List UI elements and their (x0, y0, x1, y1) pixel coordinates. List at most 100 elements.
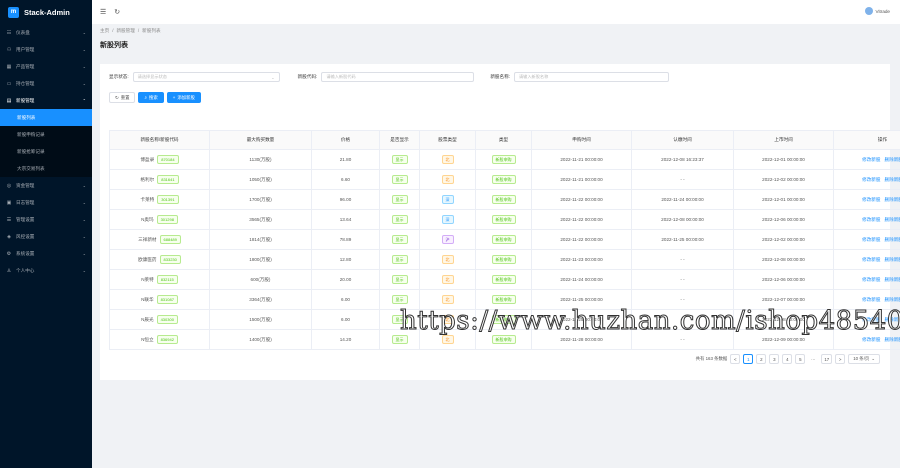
chevron-icon: ⌄ (82, 268, 86, 273)
cell-list-time: 2022-12-01 00:00:00 (733, 149, 834, 170)
cell-price: 78.89 (311, 229, 380, 250)
cell-name: N恒立 836942 (109, 329, 210, 350)
next-page-button[interactable]: > (835, 354, 846, 364)
edit-stock-link[interactable]: 修改新股 (862, 257, 880, 262)
sidebar-item[interactable]: ▤ 新股管理 ⌃ (0, 92, 92, 109)
user-menu[interactable]: Vitrade (864, 7, 890, 15)
cell-qty: 1800(万股) (209, 249, 312, 270)
edit-stock-link[interactable]: 修改新股 (862, 177, 880, 182)
cell-type: 新股申购 (475, 149, 532, 170)
edit-stock-link[interactable]: 修改新股 (862, 337, 880, 342)
edit-stock-link[interactable]: 修改新股 (862, 277, 880, 282)
cell-apply-time: 2022-11-21 00:00:00 (531, 169, 632, 190)
edit-stock-link[interactable]: 修改新股 (862, 197, 880, 202)
delete-stock-link[interactable]: 删除新股 (885, 217, 900, 222)
cell-price: 14.20 (311, 329, 380, 350)
cell-qty: 3364(万股) (209, 289, 312, 310)
add-stock-button[interactable]: + 添加新股 (166, 92, 201, 103)
sidebar-item[interactable]: ▣ 日志管理 ⌄ (0, 194, 92, 211)
sidebar-item[interactable]: ☰ 管理设置 ⌄ (0, 211, 92, 228)
cell-actions: 修改新股删除新股 (833, 169, 900, 190)
cell-apply-time: 2022-11-21 00:00:00 (531, 149, 632, 170)
delete-stock-link[interactable]: 删除新股 (885, 197, 900, 202)
breadcrumb-home[interactable]: 主页 (100, 28, 109, 34)
delete-stock-link[interactable]: 删除新股 (885, 277, 900, 282)
cell-name: 欧康医药 833230 (109, 249, 210, 270)
type-tag: 新股申购 (491, 175, 516, 184)
app-logo[interactable]: m Stack-Admin (0, 0, 92, 24)
sidebar-item[interactable]: ☷ 仪表盘 ⌄ (0, 24, 92, 41)
edit-stock-link[interactable]: 修改新股 (862, 297, 880, 302)
type-tag: 新股申购 (491, 295, 516, 304)
cell-pay-time: - - (631, 269, 734, 290)
menu-fold-icon[interactable]: ☰ (100, 8, 106, 16)
column-header: 新股名称/新股代码 (109, 130, 210, 150)
show-status-tag: 显示 (391, 155, 408, 164)
stock-code-tag: 430300 (156, 315, 178, 324)
cell-pay-time: 2022-11-25 00:00:00 (631, 229, 734, 250)
cell-name: N莱特 832115 (109, 269, 210, 290)
sidebar-subitem[interactable]: 新股申购记录 (0, 126, 92, 143)
delete-stock-link[interactable]: 删除新股 (885, 237, 900, 242)
delete-stock-link[interactable]: 删除新股 (885, 337, 900, 342)
page-button[interactable]: 17 (821, 354, 833, 364)
type-tag: 新股申购 (491, 235, 516, 244)
sidebar-item[interactable]: ◈ 风控设置 ⌄ (0, 228, 92, 245)
page-button[interactable]: 2 (756, 354, 767, 364)
page-button[interactable]: 4 (782, 354, 793, 364)
chevron-icon: ⌄ (82, 81, 86, 86)
delete-stock-link[interactable]: 删除新股 (885, 157, 900, 162)
cell-qty: 1700(万股) (209, 189, 312, 210)
delete-stock-link[interactable]: 删除新股 (885, 177, 900, 182)
show-status-tag: 显示 (391, 295, 408, 304)
sidebar-item[interactable]: ◎ 资金管理 ⌄ (0, 177, 92, 194)
delete-stock-link[interactable]: 删除新股 (885, 257, 900, 262)
stock-type-tag: 深 (441, 215, 454, 224)
sidebar-subitem[interactable]: 大宗交易列表 (0, 160, 92, 177)
cell-name: 格利尔 831641 (109, 169, 210, 190)
page-ellipsis[interactable]: ··· (808, 354, 818, 364)
chevron-icon: ⌄ (82, 217, 86, 222)
stock-code-tag: 301298 (156, 215, 178, 224)
search-button[interactable]: ⌕ 搜索 (138, 92, 164, 103)
sidebar-item[interactable]: ⚇ 用户管理 ⌄ (0, 41, 92, 58)
sidebar-item[interactable]: ♙ 个人中心 ⌄ (0, 262, 92, 279)
sidebar-subitem[interactable]: 新股列表 (0, 109, 92, 126)
status-placeholder: 请选择显示状态 (137, 74, 167, 79)
sidebar-item[interactable]: ⚙ 系统设置 ⌄ (0, 245, 92, 262)
page-size-select[interactable]: 10 条/页 ⌄ (848, 354, 880, 364)
delete-stock-link[interactable]: 删除新股 (885, 297, 900, 302)
edit-stock-link[interactable]: 修改新股 (862, 217, 880, 222)
name-input[interactable]: 请输入新股名称 (513, 72, 669, 82)
cell-stock-type: 深 (419, 189, 476, 210)
breadcrumb-section[interactable]: 新股管理 (116, 28, 134, 34)
code-placeholder: 请输入新股代码 (326, 74, 356, 79)
prev-page-button[interactable]: < (730, 354, 741, 364)
reset-button[interactable]: ↻ 重置 (109, 92, 136, 103)
column-header: 上市时间 (733, 130, 834, 150)
cell-actions: 修改新股删除新股 (833, 149, 900, 170)
edit-stock-link[interactable]: 修改新股 (862, 157, 880, 162)
cell-stock-type: 沪 (419, 229, 476, 250)
refresh-icon[interactable]: ↻ (114, 8, 120, 16)
sidebar-subitem[interactable]: 新股抢筹记录 (0, 143, 92, 160)
edit-stock-link[interactable]: 修改新股 (862, 237, 880, 242)
page-button[interactable]: 1 (743, 354, 754, 364)
chevron-icon: ⌄ (82, 234, 86, 239)
cell-stock-type: 北 (419, 249, 476, 270)
table-row: N奥玛 301298 3565(万股) 13.64 显示深新股申购 2022-11-22 … (109, 209, 900, 230)
cell-pay-time: - - (631, 169, 734, 190)
stock-name: N莱特 (141, 277, 154, 282)
stock-code-tag: 836942 (156, 335, 178, 344)
refresh-icon: ↻ (115, 94, 119, 100)
sidebar-item[interactable]: ▭ 持仓管理 ⌄ (0, 75, 92, 92)
code-input[interactable]: 请输入新股代码 (321, 72, 475, 82)
page-button[interactable]: 5 (795, 354, 806, 364)
cell-type: 新股申购 (475, 249, 532, 270)
type-tag: 新股申购 (491, 195, 516, 204)
status-select[interactable]: 请选择显示状态 ⌄ (132, 72, 280, 82)
cell-list-time: 2022-12-01 00:00:00 (733, 189, 834, 210)
cell-actions: 修改新股删除新股 (833, 249, 900, 270)
page-button[interactable]: 3 (769, 354, 780, 364)
sidebar-item[interactable]: ▦ 产品管理 ⌄ (0, 58, 92, 75)
